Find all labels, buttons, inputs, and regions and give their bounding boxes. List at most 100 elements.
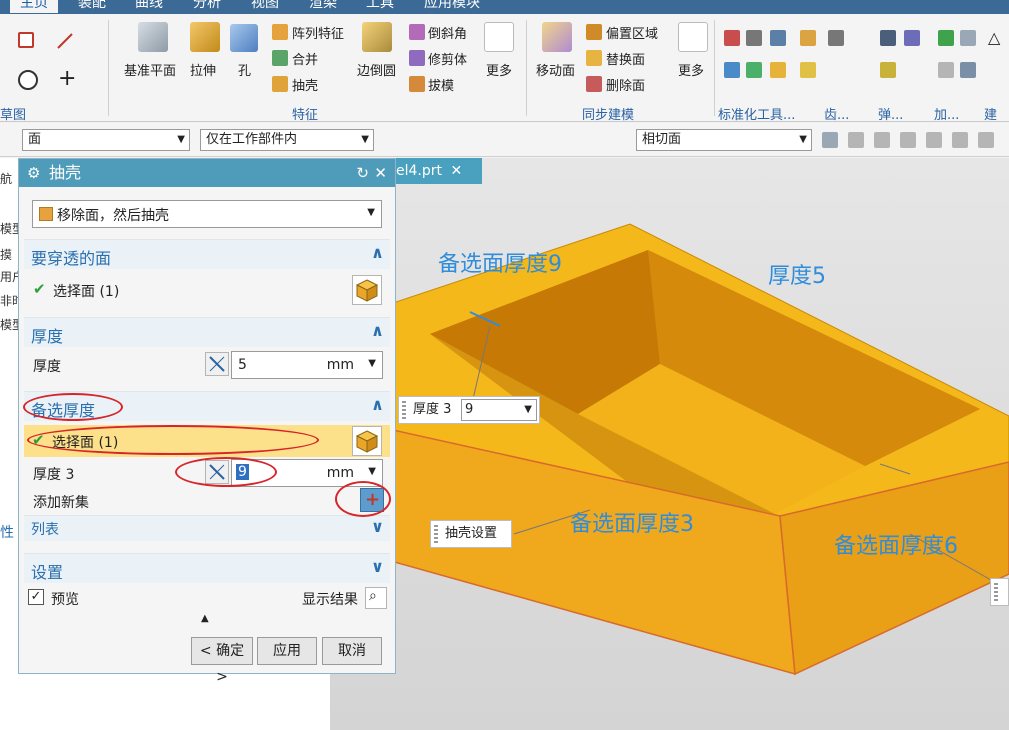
curve-rule-select[interactable]: 相切面 ▼	[636, 129, 812, 151]
apply-button[interactable]: 应用	[257, 637, 317, 665]
dialog-title-bar[interactable]: ⚙ 抽壳 ↻ ✕	[19, 159, 395, 187]
edge-blend-label[interactable]: 边倒圆	[357, 60, 396, 79]
measure-icon[interactable]	[205, 352, 229, 376]
chevron-down-icon[interactable]: ∨	[371, 557, 384, 576]
scope-select[interactable]: 仅在工作部件内 ▼	[200, 129, 374, 151]
tab-view[interactable]: 视图	[251, 0, 279, 13]
tab-home[interactable]: 主页	[10, 0, 58, 13]
tool-icon[interactable]	[800, 30, 816, 46]
tab-analysis[interactable]: 分析	[193, 0, 221, 13]
tab-assembly[interactable]: 装配	[78, 0, 106, 13]
preview-checkbox[interactable]: ✓	[28, 589, 44, 605]
tool-icon[interactable]	[880, 62, 896, 78]
move-face-icon[interactable]	[542, 22, 572, 52]
type-filter-select[interactable]: 面 ▼	[22, 129, 190, 151]
delete-face-icon[interactable]	[586, 76, 602, 92]
tool-icon[interactable]	[880, 30, 896, 46]
replace-face-icon[interactable]	[586, 50, 602, 66]
snap-icon[interactable]	[848, 132, 864, 148]
extrude-icon[interactable]	[190, 22, 220, 52]
tool-icon[interactable]	[938, 30, 954, 46]
thickness3-onscreen-input[interactable]: 厚度 3 9 ▼	[398, 396, 540, 424]
extrude-label[interactable]: 拉伸	[190, 60, 216, 79]
offset-region-label[interactable]: 偏置区域	[606, 23, 658, 42]
drag-handle[interactable]	[402, 401, 406, 419]
chamfer-label[interactable]: 倒斜角	[428, 23, 467, 42]
tool-icon[interactable]	[770, 62, 786, 78]
edge-blend-icon[interactable]	[362, 22, 392, 52]
close-icon[interactable]: ✕	[450, 163, 462, 179]
draft-icon[interactable]	[409, 76, 425, 92]
line-icon[interactable]	[56, 32, 73, 49]
tool-icon[interactable]	[800, 62, 816, 78]
flag-value-field[interactable]: 9 ▼	[461, 399, 537, 421]
move-face-label[interactable]: 移动面	[536, 60, 575, 79]
alt-select-face-button[interactable]	[352, 426, 382, 456]
tool-icon[interactable]	[960, 62, 976, 78]
tab-applications[interactable]: 应用模块	[424, 0, 480, 13]
draft-label[interactable]: 拔模	[428, 75, 454, 94]
more-sync-icon[interactable]	[678, 22, 708, 52]
close-icon[interactable]: ✕	[374, 159, 387, 187]
chevron-up-icon[interactable]: ∧	[371, 321, 384, 340]
trim-body-icon[interactable]	[409, 50, 425, 66]
select-face-button[interactable]	[352, 275, 382, 305]
circle-icon[interactable]	[18, 70, 38, 90]
replace-face-label[interactable]: 替换面	[606, 49, 645, 68]
tab-curve[interactable]: 曲线	[135, 0, 163, 13]
datum-plane-icon[interactable]	[138, 22, 168, 52]
offscreen-flag[interactable]	[990, 578, 1009, 606]
snap-icon[interactable]	[874, 132, 890, 148]
tool-icon[interactable]	[746, 30, 762, 46]
more-sync-label[interactable]: 更多	[678, 60, 704, 79]
tool-icon[interactable]	[770, 30, 786, 46]
tool-icon[interactable]	[938, 62, 954, 78]
more-features-label[interactable]: 更多	[486, 60, 512, 79]
chevron-up-icon[interactable]: ∧	[371, 243, 384, 262]
drag-handle[interactable]	[994, 583, 998, 601]
tool-icon[interactable]	[960, 30, 976, 46]
snap-icon[interactable]	[900, 132, 916, 148]
thickness-section[interactable]: 厚度 ∧	[24, 317, 390, 347]
datum-plane-label[interactable]: 基准平面	[124, 60, 176, 79]
collapse-arrow-icon[interactable]: ▲	[201, 613, 209, 624]
more-features-icon[interactable]	[484, 22, 514, 52]
unite-label[interactable]: 合并	[292, 49, 318, 68]
reset-icon[interactable]: ↻	[356, 159, 369, 187]
shell-model[interactable]	[330, 184, 1009, 730]
trim-body-label[interactable]: 修剪体	[428, 49, 467, 68]
delete-face-label[interactable]: 删除面	[606, 75, 645, 94]
tool-icon[interactable]	[904, 30, 920, 46]
tab-tools[interactable]: 工具	[366, 0, 394, 13]
rectangle-icon[interactable]	[18, 32, 34, 48]
show-result-button[interactable]: ⌕	[365, 587, 387, 609]
chevron-down-icon[interactable]: ∨	[371, 517, 384, 536]
tab-render[interactable]: 渲染	[309, 0, 337, 13]
pattern-feature-label[interactable]: 阵列特征	[292, 23, 344, 42]
tool-icon[interactable]	[724, 30, 740, 46]
triangle-icon[interactable]: △	[988, 28, 1000, 47]
shell-label[interactable]: 抽壳	[292, 75, 318, 94]
shell-type-select[interactable]: 移除面，然后抽壳 ▼	[32, 200, 382, 228]
chevron-up-icon[interactable]: ∧	[371, 395, 384, 414]
pierce-faces-section[interactable]: 要穿透的面 ∧	[24, 239, 390, 269]
snap-icon[interactable]	[926, 132, 942, 148]
tool-icon[interactable]	[746, 62, 762, 78]
hole-label[interactable]: 孔	[238, 60, 251, 79]
select-face-label[interactable]: 选择面 (1)	[53, 281, 119, 301]
snap-icon[interactable]	[822, 132, 838, 148]
file-tab[interactable]: el4.prt ✕	[390, 158, 482, 184]
ok-button[interactable]: < 确定 >	[191, 637, 253, 685]
hole-icon[interactable]	[230, 24, 258, 52]
point-icon[interactable]: +	[58, 66, 76, 91]
drag-handle[interactable]	[434, 525, 438, 543]
unite-icon[interactable]	[272, 50, 288, 66]
snap-icon[interactable]	[978, 132, 994, 148]
offset-region-icon[interactable]	[586, 24, 602, 40]
chamfer-icon[interactable]	[409, 24, 425, 40]
shell-settings-flag[interactable]: 抽壳设置	[430, 520, 512, 548]
settings-section[interactable]: 设置 ∨	[24, 553, 390, 583]
list-section[interactable]: 列表 ∨	[24, 515, 390, 541]
shell-icon[interactable]	[272, 76, 288, 92]
pattern-feature-icon[interactable]	[272, 24, 288, 40]
